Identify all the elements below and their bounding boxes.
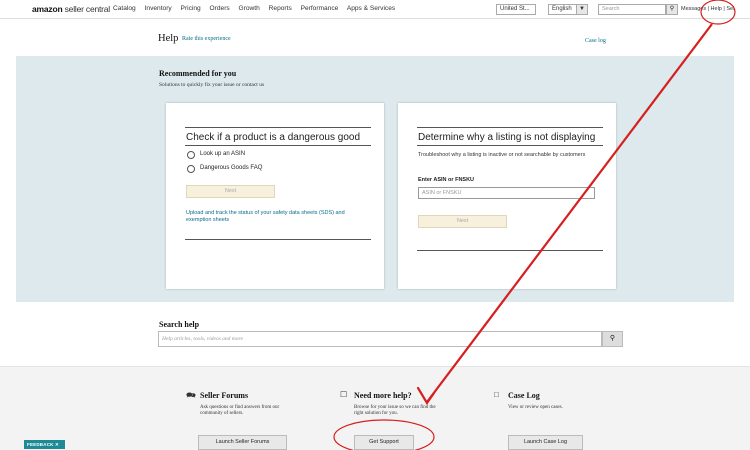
dangerous-good-card: Check if a product is a dangerous good L… — [166, 103, 384, 289]
search-icon[interactable]: ⚲ — [602, 331, 623, 347]
chat-icon: ☐ — [340, 390, 348, 399]
divider — [417, 145, 603, 146]
recommended-title: Recommended for you — [159, 69, 237, 78]
nav-orders[interactable]: Orders — [210, 5, 230, 12]
seller-central-logo[interactable]: amazon seller central — [32, 4, 110, 14]
rate-experience-link[interactable]: Rate this experience — [182, 36, 231, 42]
case-log-link[interactable]: Case log — [585, 38, 606, 44]
divider — [185, 239, 371, 240]
launch-seller-forums-button[interactable]: Launch Seller Forums — [198, 435, 287, 450]
radio-lookup-asin[interactable] — [187, 151, 195, 159]
nav-reports[interactable]: Reports — [269, 5, 292, 12]
sds-upload-link[interactable]: Upload and track the status of your safe… — [186, 210, 371, 224]
case-log-desc: View or review open cases. — [508, 405, 563, 410]
case-log-icon: □ — [494, 390, 499, 399]
divider — [185, 145, 371, 146]
marketplace-select[interactable]: United St... — [496, 4, 536, 15]
nav-apps-services[interactable]: Apps & Services — [347, 5, 395, 12]
page-title: Help — [158, 33, 179, 44]
launch-case-log-button[interactable]: Launch Case Log — [508, 435, 583, 450]
asin-label: Enter ASIN or FNSKU — [418, 177, 475, 183]
search-help-title: Search help — [159, 320, 200, 329]
search-help-input[interactable]: Help articles, tools, videos and more — [158, 331, 602, 347]
case-log-title: Case Log — [508, 391, 540, 400]
nav-inventory[interactable]: Inventory — [145, 5, 172, 12]
recommended-subtitle: Solutions to quickly fix your issue or c… — [159, 82, 265, 88]
divider — [185, 127, 371, 128]
card-description: Troubleshoot why a listing is inactive o… — [418, 152, 586, 158]
nav-growth[interactable]: Growth — [239, 5, 260, 12]
top-navigation-bar: amazon seller central Catalog Inventory … — [0, 0, 750, 19]
divider — [417, 250, 603, 251]
language-select[interactable]: English ▼ — [548, 4, 588, 15]
nav-pricing[interactable]: Pricing — [181, 5, 201, 12]
seller-forums-title: Seller Forums — [200, 391, 249, 400]
radio-label: Dangerous Goods FAQ — [200, 165, 263, 171]
chevron-down-icon: ▼ — [576, 5, 587, 14]
nav-catalog[interactable]: Catalog — [113, 5, 136, 12]
top-search-input[interactable]: Search — [598, 4, 666, 15]
divider — [417, 127, 603, 128]
get-support-button[interactable]: Get Support — [354, 435, 414, 450]
need-more-help-desc: Browse for your issue so we can find the… — [354, 405, 436, 416]
need-more-help-title: Need more help? — [354, 391, 412, 400]
main-nav: Catalog Inventory Pricing Orders Growth … — [113, 5, 402, 12]
seller-forums-desc: Ask questions or find answers from our c… — [200, 405, 280, 416]
nav-performance[interactable]: Performance — [301, 5, 339, 12]
top-links[interactable]: Messages | Help | Sel — [681, 6, 734, 12]
radio-label: Look up an ASIN — [200, 151, 246, 157]
card-title: Check if a product is a dangerous good — [186, 132, 360, 143]
asin-input[interactable]: ASIN or FNSKU — [418, 187, 595, 199]
search-icon[interactable]: ⚲ — [666, 4, 678, 15]
forum-icon: 🗪 — [186, 391, 196, 400]
next-button[interactable]: Next — [418, 215, 507, 228]
card-title: Determine why a listing is not displayin… — [418, 132, 596, 143]
listing-not-displaying-card: Determine why a listing is not displayin… — [398, 103, 616, 289]
radio-dangerous-goods-faq[interactable] — [187, 165, 195, 173]
feedback-button[interactable]: FEEDBACK ✕ — [24, 440, 65, 449]
next-button[interactable]: Next — [186, 185, 275, 198]
